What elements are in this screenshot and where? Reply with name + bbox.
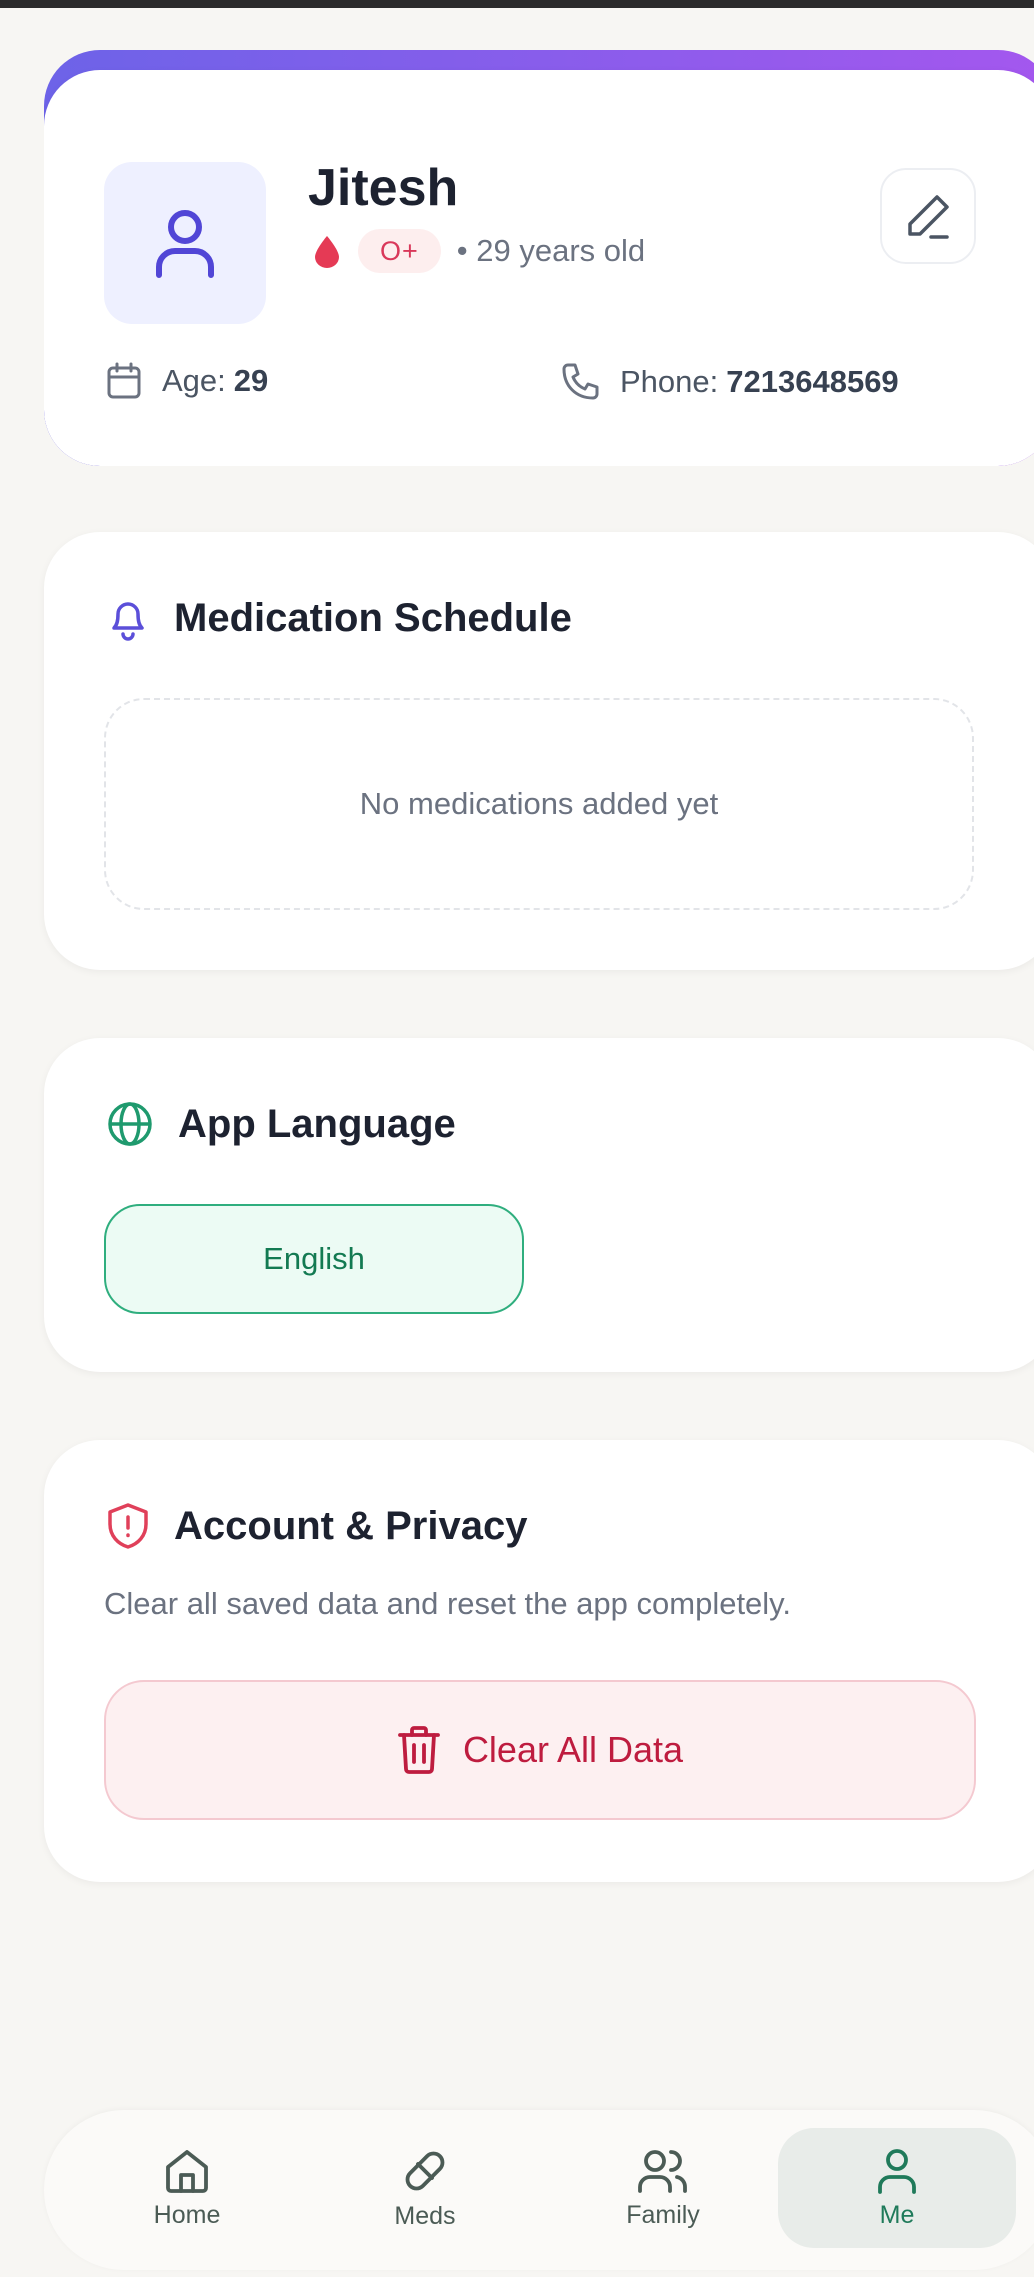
privacy-description: Clear all saved data and reset the app c… [104, 1586, 791, 1621]
nav-label-family: Family [626, 2200, 700, 2229]
nav-item-me[interactable]: Me [778, 2128, 1016, 2248]
language-card: App Language English [44, 1038, 1034, 1372]
shield-alert-icon [108, 1503, 148, 1549]
profile-name: Jitesh [308, 159, 459, 217]
phone-icon [562, 363, 599, 400]
edit-profile-button[interactable] [880, 168, 976, 264]
globe-icon [108, 1102, 152, 1146]
privacy-header: Account & Privacy [106, 1502, 527, 1550]
profile-card-body: Jitesh O+ • 29 years old Age: 29 Phone: … [44, 70, 1034, 466]
medication-title: Medication Schedule [174, 595, 572, 640]
language-header: App Language [106, 1100, 456, 1148]
language-title: App Language [178, 1101, 456, 1146]
pill-icon [405, 2151, 445, 2190]
trash-icon [398, 1726, 440, 1774]
privacy-card: Account & Privacy Clear all saved data a… [44, 1440, 1034, 1882]
calendar-icon [107, 362, 141, 399]
status-bar [0, 0, 1034, 8]
blood-drop-icon [315, 236, 339, 268]
blood-group-badge: O+ [358, 229, 441, 273]
age-row: Age: 29 [106, 362, 268, 400]
phone-value: 7213648569 [726, 364, 899, 399]
pencil-icon [908, 195, 949, 239]
nav-item-home[interactable]: Home [68, 2128, 306, 2248]
users-icon [638, 2149, 687, 2193]
age-summary: • 29 years old [456, 233, 646, 268]
age-value: 29 [233, 363, 269, 398]
avatar [104, 162, 266, 324]
clear-all-data-label: Clear All Data [462, 1729, 684, 1770]
bottom-nav: Home Meds Family Me [44, 2110, 1034, 2270]
medication-empty-state: No medications added yet [104, 698, 974, 910]
profile-card: Jitesh O+ • 29 years old Age: 29 Phone: … [44, 50, 1034, 466]
nav-label-home: Home [153, 2200, 221, 2229]
blood-info-row: O+ • 29 years old [312, 228, 645, 274]
bell-icon [112, 602, 144, 641]
nav-label-meds: Meds [394, 2201, 456, 2230]
nav-item-family[interactable]: Family [544, 2128, 782, 2248]
user-icon [156, 210, 214, 278]
phone-label: Phone: [620, 364, 719, 399]
home-icon [166, 2149, 208, 2193]
language-english-button[interactable]: English [104, 1204, 524, 1314]
nav-item-meds[interactable]: Meds [306, 2128, 544, 2248]
user-icon [878, 2148, 916, 2194]
age-label: Age: [162, 363, 226, 398]
nav-label-me: Me [879, 2200, 915, 2229]
privacy-title: Account & Privacy [174, 1503, 528, 1548]
medication-card: Medication Schedule No medications added… [44, 532, 1034, 970]
phone-row: Phone: 7213648569 [560, 362, 899, 402]
clear-all-data-button[interactable]: Clear All Data [104, 1680, 976, 1820]
medication-header: Medication Schedule [106, 594, 572, 642]
